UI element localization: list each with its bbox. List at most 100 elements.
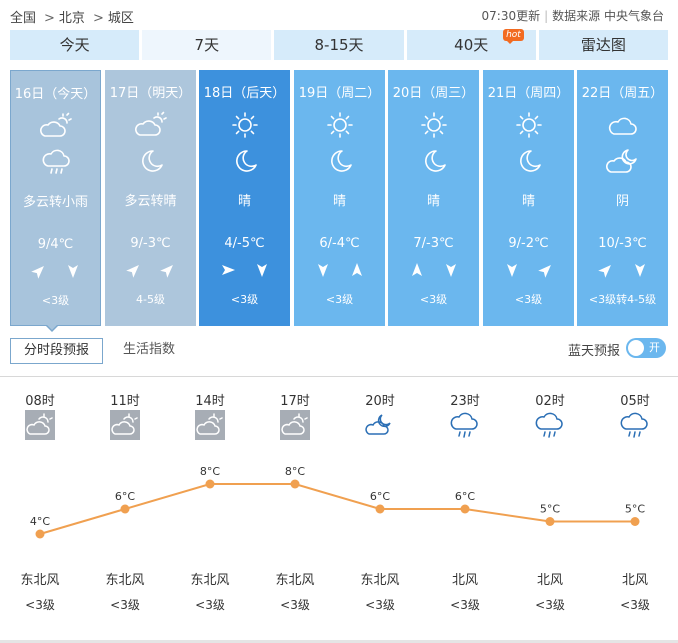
tab-label: 7天: [194, 36, 220, 54]
day-date: 20日（周三）: [392, 86, 475, 101]
south-arrow-icon: [443, 262, 459, 280]
tab-life-index[interactable]: 生活指数: [115, 338, 183, 364]
hour-time: 05时: [620, 394, 650, 409]
wind-direction: [483, 262, 574, 280]
temperature-point: [460, 504, 470, 514]
cloudy-icon: [606, 110, 640, 140]
day-temperature: 9/4℃: [37, 237, 74, 252]
hour-wind-level: <3级: [535, 598, 565, 612]
tab-hourly-forecast[interactable]: 分时段预报: [10, 338, 103, 364]
day-weather-desc: 多云转晴: [124, 194, 177, 209]
partly-cloudy-day-icon: [134, 110, 168, 140]
day-card[interactable]: 19日（周二） 晴 6/-4℃ <3级: [294, 70, 385, 326]
northeast-arrow-icon: [159, 262, 176, 280]
temperature-point: [375, 504, 385, 514]
south-arrow-icon: [65, 263, 81, 281]
toggle-label: 开: [649, 341, 660, 354]
hour-wind-direction: 北风: [621, 573, 648, 588]
hour-time: 20时: [365, 394, 395, 409]
day-weather-desc: 阴: [615, 194, 629, 209]
wind-direction: [294, 262, 385, 280]
temperature-point: [545, 517, 555, 526]
hour-wind-level: <3级: [25, 598, 55, 612]
day-weather-desc: 晴: [237, 194, 251, 209]
tab-radar[interactable]: 雷达图: [538, 30, 669, 60]
section-divider: [0, 376, 678, 377]
east-arrow-icon: [220, 262, 236, 280]
day-temperature: 9/-2℃: [508, 236, 549, 251]
northeast-arrow-icon: [30, 263, 47, 281]
toggle-knob: [628, 340, 644, 356]
partly-cloudy-night-icon: [605, 146, 640, 176]
wind-level: <3级: [419, 293, 448, 306]
day-date: 18日（后天）: [203, 86, 286, 101]
south-arrow-icon: [315, 262, 331, 280]
breadcrumb-item-country[interactable]: 全国: [10, 11, 36, 26]
south-arrow-icon: [504, 262, 520, 280]
hour-time: 17时: [280, 394, 310, 409]
day-weather-desc: 多云转小雨: [22, 195, 88, 210]
hour-time: 14时: [195, 394, 225, 409]
day-temperature: 7/-3℃: [413, 236, 454, 251]
day-card[interactable]: 17日（明天） 多云转晴 9/-3℃ 4-5级: [105, 70, 196, 326]
day-card[interactable]: 22日（周五） 阴 10/-3℃ <3级转4-5级: [577, 70, 668, 326]
temperature-point: [35, 529, 45, 539]
tab-8-15days[interactable]: 8-15天: [274, 30, 404, 60]
hour-wind-direction: 东北风: [360, 573, 400, 588]
northeast-arrow-icon: [597, 262, 614, 280]
hour-wind-level: <3级: [195, 598, 225, 612]
wind-direction: [11, 263, 100, 281]
sun-icon: [512, 110, 546, 140]
day-card[interactable]: 16日（今天） 多云转小雨 9/4℃ <3级: [10, 70, 101, 326]
hour-time: 08时: [25, 394, 55, 409]
day-card[interactable]: 20日（周三） 晴 7/-3℃ <3级: [388, 70, 479, 326]
temperature-label: 6°C: [455, 490, 475, 503]
hour-time: 23时: [450, 394, 480, 409]
rain-icon: [535, 410, 565, 440]
tab-label: 40天: [454, 36, 489, 54]
update-time: 07:30更新: [481, 9, 541, 23]
breadcrumb-item-city[interactable]: 北京: [59, 11, 85, 26]
temperature-point: [120, 504, 130, 514]
breadcrumb-separator: >: [44, 11, 55, 26]
wind-direction: [199, 262, 290, 280]
moon-icon: [134, 146, 168, 176]
data-source-info: 07:30更新 | 数据来源 中央气象台: [482, 7, 664, 24]
hour-wind-direction: 东北风: [275, 573, 315, 588]
tab-40days[interactable]: 40天 hot: [406, 29, 536, 60]
day-card[interactable]: 18日（后天） 晴 4/-5℃ <3级: [199, 70, 290, 326]
hot-badge: hot: [503, 29, 524, 44]
day-date: 22日（周五）: [581, 86, 664, 101]
wind-direction: [577, 262, 668, 280]
hour-wind-level: <3级: [450, 598, 480, 612]
cloudy-night-icon: [365, 410, 395, 440]
wind-level: <3级: [230, 293, 259, 306]
northeast-arrow-icon: [125, 262, 142, 280]
hour-wind-direction: 东北风: [20, 573, 60, 588]
moon-icon: [512, 146, 546, 176]
blue-sky-forecast-label: 蓝天预报: [567, 344, 620, 359]
day-temperature: 6/-4℃: [319, 236, 360, 251]
seven-day-forecast: 16日（今天） 多云转小雨 9/4℃ <3级 17日（明天） 多云转晴 9/-3℃ 4-5级 1…: [10, 70, 668, 326]
blue-sky-toggle[interactable]: 开: [626, 338, 666, 358]
breadcrumb-item-district: 城区: [107, 11, 134, 26]
tab-label: 今天: [59, 36, 90, 54]
forecast-tabs: 今天 7天 8-15天 40天 hot 雷达图: [10, 29, 669, 60]
temperature-label: 8°C: [200, 465, 220, 478]
day-temperature: 9/-3℃: [130, 236, 171, 251]
hour-wind-direction: 东北风: [190, 573, 230, 588]
hour-wind-direction: 东北风: [105, 573, 145, 588]
partly-cloudy-icon: [110, 410, 140, 440]
wind-level: <3级: [514, 293, 543, 306]
temperature-label: 6°C: [115, 490, 135, 503]
temperature-label: 5°C: [540, 503, 560, 516]
tab-today[interactable]: 今天: [10, 30, 140, 60]
temperature-point: [630, 517, 640, 526]
day-card[interactable]: 21日（周四） 晴 9/-2℃ <3级: [483, 70, 574, 326]
wind-level: <3级: [325, 293, 354, 306]
tab-7days[interactable]: 7天: [142, 30, 272, 60]
moon-icon: [228, 146, 262, 176]
light-rain-icon: [39, 147, 73, 177]
wind-direction: [105, 262, 196, 280]
temperature-point: [290, 479, 300, 489]
